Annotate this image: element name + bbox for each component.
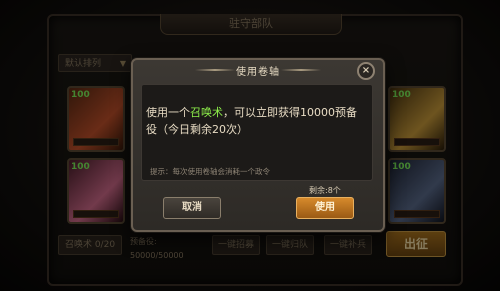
title-ornament-left bbox=[195, 69, 235, 71]
message-highlight: 召唤术 bbox=[190, 106, 223, 119]
use-button[interactable]: 使用 bbox=[296, 197, 354, 219]
close-icon[interactable]: × bbox=[357, 62, 375, 80]
dialog-message: 使用一个召唤术，可以立即获得10000预备役（今日剩余20次） bbox=[146, 104, 358, 138]
game-screen: 驻守部队 默认排列 ▼ 100 100 100 100 召唤术 0/20 预备役… bbox=[0, 0, 500, 291]
cancel-button[interactable]: 取消 bbox=[163, 197, 221, 219]
use-scroll-dialog: 使用卷轴 × 剩余:8个 取消 使用 bbox=[131, 58, 385, 232]
dialog-header: 使用卷轴 × bbox=[133, 60, 383, 80]
remaining-count: 剩余:8个 bbox=[309, 186, 341, 195]
message-text: 使用一个 bbox=[146, 106, 190, 119]
dialog-title: 使用卷轴 bbox=[236, 67, 280, 78]
dialog-tip: 提示：每次使用卷轴会消耗一个政令 bbox=[150, 167, 270, 176]
title-ornament-right bbox=[281, 69, 321, 71]
